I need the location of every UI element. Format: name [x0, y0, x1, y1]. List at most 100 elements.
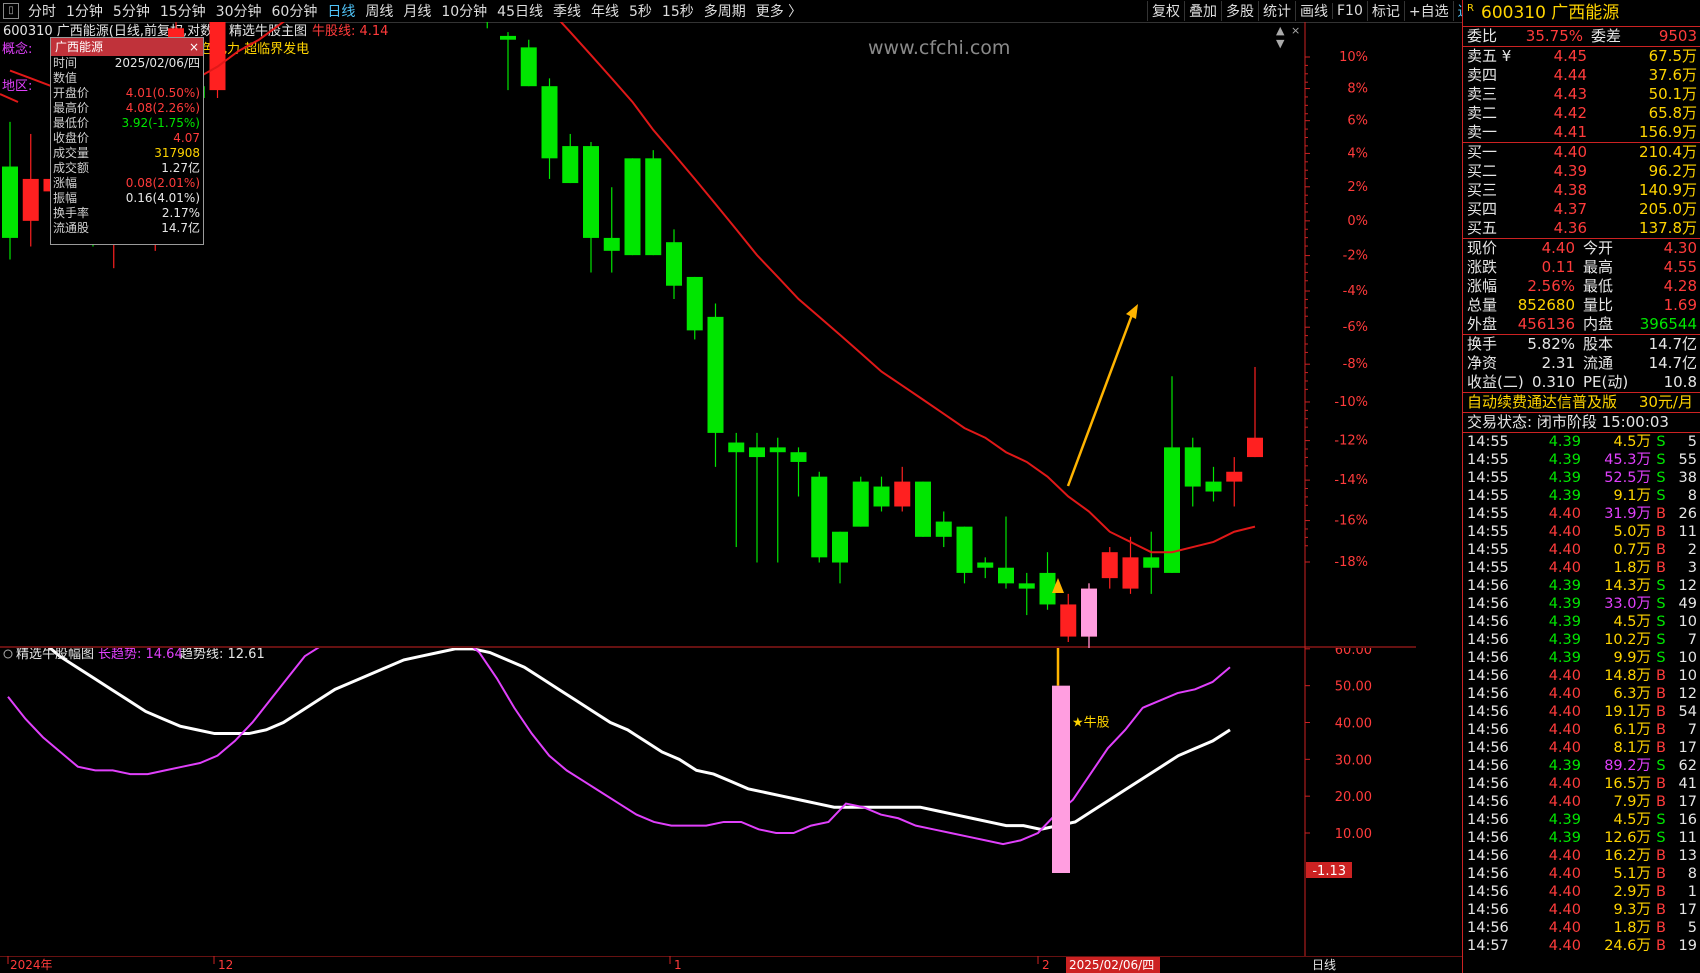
tool-button[interactable]: +自选 [1403, 1, 1453, 21]
tick-row: 14:56 4.39 4.5万 S 10 [1463, 613, 1700, 631]
timeframe-tab[interactable]: 年线 [586, 1, 624, 21]
order-price: 4.37 [1553, 200, 1587, 218]
moving-average-stub [0, 93, 19, 103]
candle [832, 531, 848, 584]
timeframe-tab[interactable]: 5秒 [624, 1, 657, 21]
tick-row: 14:56 4.40 6.3万 B 12 [1463, 685, 1700, 703]
timeframe-tab[interactable]: 多周期 [699, 1, 751, 21]
timeframe-tab[interactable]: 日线 [322, 1, 360, 21]
order-book-row[interactable]: 卖一 4.41 156.9万 [1463, 123, 1700, 142]
timeframe-tab[interactable]: 1分钟 [61, 1, 108, 21]
close-icon[interactable]: × [189, 38, 199, 56]
tick-price: 4.40 [1548, 902, 1581, 918]
candlestick-chart[interactable]: 10% 8% 6% 4% 2% 0% -2% -4% -6% -8% -10% -12% -14% -16… [0, 22, 1416, 648]
weicha-value: 9503 [1658, 27, 1697, 45]
candle [1101, 547, 1118, 589]
sub-y-tick-label: 20.00 [1335, 790, 1372, 805]
bar-info-key: 流通股 [53, 221, 90, 235]
timeframe-tab[interactable]: 45日线 [492, 1, 548, 21]
timeframe-tab[interactable]: 60分钟 [267, 1, 323, 21]
timeframe-tab[interactable]: 30分钟 [211, 1, 267, 21]
menu-icon[interactable]: ▯ [3, 3, 19, 19]
order-level-label: 卖四 [1467, 66, 1498, 84]
candle [1018, 572, 1035, 616]
order-price: 4.43 [1553, 85, 1587, 103]
tool-button[interactable]: 画线 [1295, 1, 1332, 21]
tick-price: 4.40 [1548, 920, 1581, 936]
tick-price: 4.40 [1548, 722, 1581, 738]
order-book-row[interactable]: 卖五 ¥ 4.45 67.5万 [1463, 47, 1700, 66]
tick-volume: 52.5万 [1604, 470, 1651, 486]
tool-button[interactable]: F10 [1332, 3, 1367, 19]
candle [1226, 457, 1243, 507]
tick-time: 14:55 [1467, 434, 1509, 450]
order-level-label: 卖三 [1467, 85, 1498, 103]
close-icon[interactable]: × [1291, 24, 1300, 37]
timeframe-tab[interactable]: 10分钟 [436, 1, 492, 21]
tool-button[interactable]: 多股 [1221, 1, 1258, 21]
tick-row: 14:57 4.40 24.6万 B 19 [1463, 937, 1700, 955]
tick-time: 14:56 [1467, 866, 1509, 882]
timeframe-tab[interactable]: 5分钟 [108, 1, 155, 21]
tick-time: 14:55 [1467, 470, 1509, 486]
order-book-row[interactable]: 卖三 4.43 50.1万 [1463, 85, 1700, 104]
tick-price: 4.40 [1548, 740, 1581, 756]
tick-side: S [1656, 578, 1666, 594]
tool-button[interactable]: 叠加 [1184, 1, 1221, 21]
order-book-row[interactable]: 买三 4.38 140.9万 [1463, 181, 1700, 200]
bar-info-key: 收盘价 [53, 131, 90, 145]
stat-label: 外盘 [1467, 315, 1498, 333]
candle [1039, 552, 1056, 610]
tick-row: 14:55 4.39 45.3万 S 55 [1463, 451, 1700, 469]
tick-price: 4.40 [1548, 866, 1581, 882]
tool-button[interactable]: 复权 [1147, 1, 1184, 21]
tick-volume: 33.0万 [1604, 596, 1651, 612]
tick-row: 14:56 4.39 89.2万 S 62 [1463, 757, 1700, 775]
timeframe-tab[interactable]: 周线 [360, 1, 398, 21]
tick-list[interactable]: 14:55 4.39 4.5万 S 5 14:55 4.39 45.3万 S 55 14:55 4.3… [1463, 433, 1700, 955]
tick-row: 14:56 4.39 12.6万 S 11 [1463, 829, 1700, 847]
order-book-row[interactable]: 买五 4.36 137.8万 [1463, 219, 1700, 238]
timeframe-tab[interactable]: 月线 [398, 1, 436, 21]
tick-time: 14:56 [1467, 686, 1509, 702]
y-axis-tick-label: -18% [1334, 555, 1368, 570]
promo-banner[interactable]: 自动续费通达信普及版 30元/月 [1463, 393, 1700, 413]
order-price: 4.44 [1553, 66, 1587, 84]
order-book-row[interactable]: 买二 4.39 96.2万 [1463, 162, 1700, 181]
scroll-down-icon[interactable]: ▼ [1276, 37, 1285, 50]
timeframe-tab[interactable]: 更多 〉 [751, 1, 807, 21]
timeframe-tab[interactable]: 15秒 [657, 1, 699, 21]
timeframe-tab[interactable]: 季线 [548, 1, 586, 21]
tick-count: 16 [1678, 812, 1697, 828]
tick-side: B [1656, 704, 1666, 720]
order-book-row[interactable]: 买一 4.40 210.4万 [1463, 143, 1700, 162]
fundamental-stats: 换手 5.82% 股本 14.7亿 净资 2.31 流通 14.7亿 收益(二) 0.310 PE(… [1463, 335, 1700, 393]
tool-button[interactable]: 标记 [1366, 1, 1404, 21]
tool-button[interactable]: 统计 [1258, 1, 1295, 21]
candle [583, 142, 599, 273]
y-axis-tick-label: -14% [1334, 473, 1368, 488]
order-book-row[interactable]: 买四 4.37 205.0万 [1463, 200, 1700, 219]
timeframe-tab[interactable]: 15分钟 [155, 1, 211, 21]
y-axis-tick-label: 2% [1347, 180, 1368, 195]
stat-label: 涨幅 [1467, 277, 1498, 295]
candle [873, 476, 890, 512]
tick-time: 14:56 [1467, 614, 1509, 630]
tick-volume: 0.7万 [1613, 542, 1651, 558]
bar-info-header: 广西能源 × [51, 38, 203, 56]
timeframe-tab[interactable]: 分时 [23, 1, 61, 21]
tick-time: 14:56 [1467, 722, 1509, 738]
oscillator-chart[interactable]: 70.0060.0050.0040.0030.0020.0010.00-1.13… [0, 648, 1416, 956]
bar-info-value: 4.07 [173, 131, 200, 145]
bar-info-value: 2025/02/06/四 [114, 56, 200, 70]
order-volume: 67.5万 [1648, 47, 1697, 65]
order-book-row[interactable]: 卖四 4.44 37.6万 [1463, 66, 1700, 85]
indicator-name: 精选牛股主图 [229, 24, 307, 39]
bar-info-key: 振幅 [53, 191, 78, 205]
candle [915, 481, 931, 537]
order-book-row[interactable]: 卖二 4.42 65.8万 [1463, 104, 1700, 123]
candle [1164, 376, 1180, 573]
tick-side: B [1656, 776, 1666, 792]
scroll-up-icon[interactable]: ▲ [1276, 24, 1285, 37]
watermark: www.cfchi.com [868, 37, 1010, 59]
